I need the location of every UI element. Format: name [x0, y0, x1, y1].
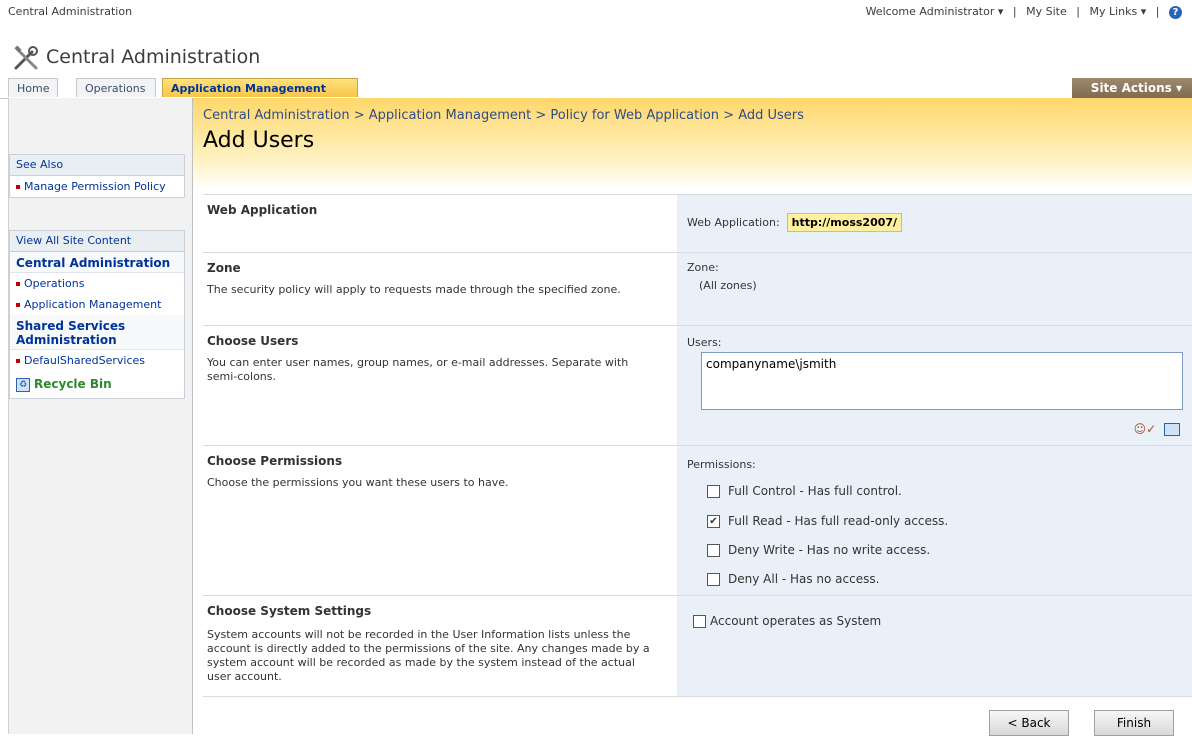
web-application-label: Web Application:: [687, 216, 780, 229]
top-bar-title: Central Administration: [8, 5, 133, 18]
checkbox[interactable]: [693, 615, 706, 628]
breadcrumb: Central Administration > Application Man…: [203, 108, 804, 123]
section-title: Choose Users: [207, 334, 299, 348]
top-links: Welcome Administrator ▾ | My Site | My L…: [866, 5, 1182, 19]
permission-full-control[interactable]: Full Control - Has full control.: [707, 484, 902, 498]
help-icon[interactable]: ?: [1169, 5, 1182, 19]
welcome-menu[interactable]: Welcome Administrator ▾: [866, 5, 1004, 18]
tab-home[interactable]: Home: [8, 78, 58, 97]
zone-section: Zone The security policy will apply to r…: [203, 252, 1192, 326]
section-description: Choose Users You can enter user names, g…: [203, 326, 677, 446]
breadcrumb-separator: >: [535, 108, 547, 123]
tab-bar: Home Operations Application Management: [0, 78, 1192, 99]
my-site-link[interactable]: My Site: [1026, 5, 1067, 18]
breadcrumb-separator: >: [353, 108, 365, 123]
account-operates-as-system[interactable]: Account operates as System: [693, 614, 881, 628]
breadcrumb-separator: >: [723, 108, 735, 123]
checkbox-label: Deny All - Has no access.: [728, 572, 880, 586]
section-desc: System accounts will not be recorded in …: [207, 628, 650, 683]
top-bar: Central Administration Welcome Administr…: [0, 0, 1192, 40]
users-label: Users:: [687, 336, 722, 349]
browse-address-book-icon[interactable]: [1164, 423, 1180, 436]
zone-label: Zone:: [687, 261, 719, 274]
tab-application-management[interactable]: Application Management: [162, 78, 358, 97]
application-management-link[interactable]: Application Management: [10, 294, 184, 315]
section-title: Zone: [207, 261, 241, 275]
breadcrumb-add-users: Add Users: [738, 108, 804, 123]
breadcrumb-application-management[interactable]: Application Management: [369, 108, 531, 123]
people-tools: ☺✓: [1134, 422, 1180, 436]
checkbox-label: Full Read - Has full read-only access.: [728, 514, 949, 528]
main-content: Web Application Web Application: http://…: [193, 190, 1192, 736]
section-title: Choose Permissions: [207, 454, 343, 468]
central-administration-heading[interactable]: Central Administration: [10, 252, 184, 273]
site-header: Central Administration: [0, 40, 1192, 78]
permissions-label: Permissions:: [687, 458, 756, 471]
section-description: Web Application: [203, 195, 677, 253]
site-title: Central Administration: [46, 46, 261, 68]
web-application-selector[interactable]: http://moss2007/: [786, 213, 903, 232]
breadcrumb-policy-for-web-application[interactable]: Policy for Web Application: [550, 108, 719, 123]
zone-value: (All zones): [699, 279, 757, 292]
breadcrumb-central-administration[interactable]: Central Administration: [203, 108, 350, 123]
my-links-menu[interactable]: My Links ▾: [1089, 5, 1146, 18]
back-button[interactable]: < Back: [989, 710, 1069, 736]
permission-full-read[interactable]: ✔ Full Read - Has full read-only access.: [707, 514, 948, 528]
web-application-field: Web Application: http://moss2007/: [687, 213, 903, 232]
see-also-heading: See Also: [10, 155, 184, 176]
divider: |: [1076, 5, 1080, 18]
manage-permission-policy-link[interactable]: Manage Permission Policy: [10, 176, 184, 197]
left-navigation: See Also Manage Permission Policy View A…: [8, 98, 193, 734]
finish-button[interactable]: Finish: [1094, 710, 1174, 736]
users-input[interactable]: companyname\jsmith: [701, 352, 1183, 410]
section-control: Account operates as System: [677, 596, 1192, 696]
choose-users-section: Choose Users You can enter user names, g…: [203, 325, 1192, 446]
section-control: Permissions: Full Control - Has full con…: [677, 446, 1192, 596]
section-desc: The security policy will apply to reques…: [207, 283, 621, 296]
section-description: Choose Permissions Choose the permission…: [203, 446, 677, 596]
tab-operations[interactable]: Operations: [76, 78, 156, 97]
default-shared-services-link[interactable]: DefaulSharedServices: [10, 350, 184, 371]
permission-deny-all[interactable]: Deny All - Has no access.: [707, 572, 879, 586]
section-title: Choose System Settings: [207, 604, 372, 618]
section-control: Zone: (All zones): [677, 253, 1192, 326]
page-title: Add Users: [203, 128, 315, 153]
checkbox-label: Account operates as System: [710, 614, 882, 628]
checkbox-label: Full Control - Has full control.: [728, 484, 902, 498]
divider: |: [1155, 5, 1160, 18]
shared-services-heading[interactable]: Shared Services Administration: [10, 315, 184, 350]
section-control: Users: companyname\jsmith ☺✓: [677, 326, 1192, 446]
section-desc: Choose the permissions you want these us…: [207, 476, 509, 489]
recycle-bin-link[interactable]: ♻ Recycle Bin: [10, 371, 184, 398]
recycle-bin-icon: ♻: [16, 377, 30, 392]
operations-link[interactable]: Operations: [10, 273, 184, 294]
section-desc: You can enter user names, group names, o…: [207, 356, 629, 383]
view-all-site-content-link[interactable]: View All Site Content: [10, 231, 184, 252]
section-control: Web Application: http://moss2007/: [677, 195, 1192, 253]
title-area: Central Administration > Application Man…: [193, 98, 1192, 190]
check-names-icon[interactable]: ☺✓: [1134, 422, 1157, 436]
checkbox[interactable]: ✔: [707, 515, 720, 528]
see-also-box: See Also Manage Permission Policy: [9, 154, 185, 198]
checkbox[interactable]: [707, 544, 720, 557]
divider: |: [1012, 5, 1017, 18]
choose-system-settings-section: Choose System Settings System accounts w…: [203, 595, 1192, 697]
checkbox-label: Deny Write - Has no write access.: [728, 543, 931, 557]
site-content-box: View All Site Content Central Administra…: [9, 230, 185, 399]
section-title: Web Application: [207, 203, 318, 217]
section-description: Zone The security policy will apply to r…: [203, 253, 677, 326]
web-application-section: Web Application Web Application: http://…: [203, 194, 1192, 253]
tools-icon: [14, 45, 38, 70]
site-actions-menu[interactable]: Site Actions ▾: [1072, 78, 1192, 98]
permission-deny-write[interactable]: Deny Write - Has no write access.: [707, 543, 930, 557]
checkbox[interactable]: [707, 573, 720, 586]
section-description: Choose System Settings System accounts w…: [203, 596, 677, 696]
checkbox[interactable]: [707, 485, 720, 498]
choose-permissions-section: Choose Permissions Choose the permission…: [203, 445, 1192, 596]
